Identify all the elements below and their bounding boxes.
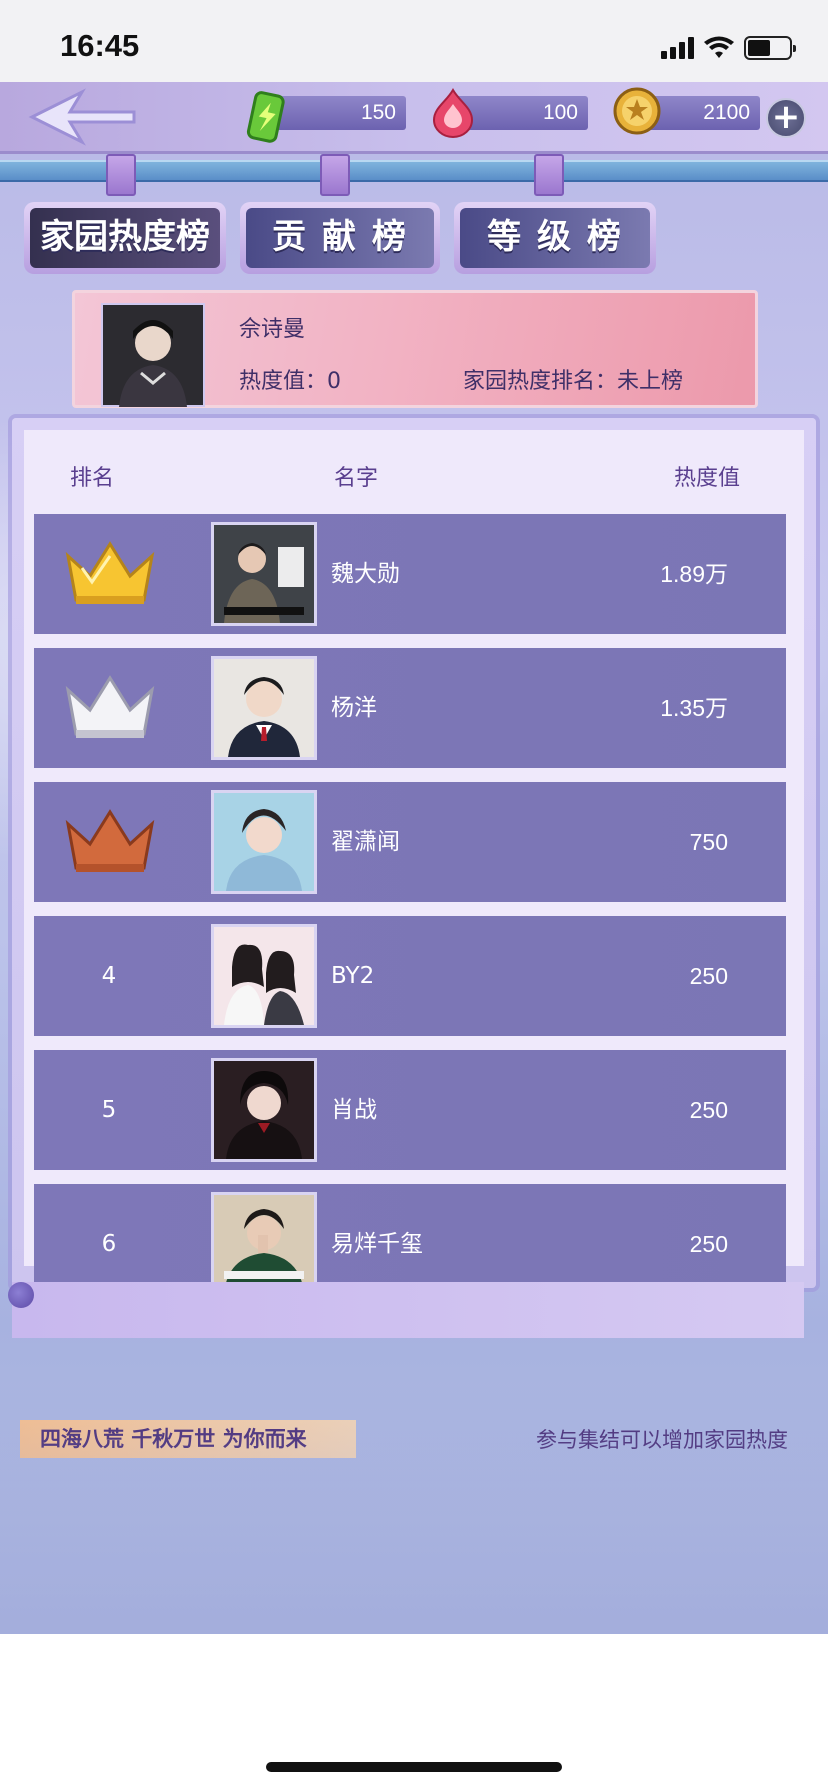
my-info-card: 佘诗曼 热度值：0 家园热度排名：未上榜: [72, 290, 758, 408]
player-name: 杨洋: [331, 695, 377, 721]
my-rank: 家园热度排名：未上榜: [463, 369, 684, 394]
ranking-row[interactable]: 翟潇闻 750: [34, 782, 786, 902]
tab-home-heat[interactable]: 家园热度榜: [24, 202, 226, 274]
my-avatar: [101, 303, 205, 407]
player-heat: 250: [689, 963, 728, 989]
slogan-banner: 四海八荒 千秋万世 为你而来: [20, 1420, 356, 1458]
rank-number: 5: [101, 1097, 117, 1123]
player-photo: [211, 1192, 317, 1296]
tab-label: 等 级 榜: [460, 208, 650, 268]
heat-hint-text: 参与集结可以增加家园热度: [536, 1428, 788, 1452]
game-screen: 150 100 2100 + 家园热度榜 贡 献 榜 等 级 榜 佘诗曼 热度值…: [0, 82, 828, 1634]
player-name: 魏大勋: [331, 561, 400, 587]
ranking-row[interactable]: 5 肖战 250: [34, 1050, 786, 1170]
flame-drop-icon: [432, 88, 474, 138]
bronze-crown-icon: [65, 809, 155, 872]
player-photo: [211, 924, 317, 1028]
ranking-row[interactable]: 杨洋 1.35万: [34, 648, 786, 768]
player-photo: [211, 656, 317, 760]
gold-crown-icon: [65, 541, 155, 604]
tab-label: 家园热度榜: [30, 208, 220, 268]
tab-level[interactable]: 等 级 榜: [454, 202, 656, 274]
silver-crown-icon: [65, 675, 155, 738]
energy-value: 150: [270, 96, 406, 130]
my-heat: 热度值：0: [239, 369, 341, 394]
status-time: 16:45: [60, 28, 140, 63]
resource-bar: 150 100 2100 +: [0, 82, 828, 154]
player-heat: 1.89万: [660, 561, 728, 587]
player-heat: 250: [689, 1097, 728, 1123]
battery-icon: [744, 36, 796, 60]
rail-peg: [320, 154, 350, 196]
gold-coin-icon: [613, 87, 661, 135]
column-name-header: 名字: [334, 466, 379, 491]
column-heat-header: 热度值: [674, 466, 741, 491]
player-name: 肖战: [331, 1097, 377, 1123]
rank-number: 4: [101, 963, 117, 989]
player-heat: 750: [689, 829, 728, 855]
rail-peg: [534, 154, 564, 196]
player-name: 翟潇闻: [331, 829, 400, 855]
status-bar: 16:45: [0, 0, 828, 82]
wifi-icon: [704, 36, 734, 58]
back-arrow-icon[interactable]: [26, 88, 136, 146]
ranking-panel: 排名 名字 热度值 魏大勋 1.89万 杨洋 1.35万 翟潇闻 750 4 B…: [12, 418, 816, 1360]
status-icons: [661, 34, 796, 62]
tab-contribution[interactable]: 贡 献 榜: [240, 202, 440, 274]
panel-bead-ornament: [8, 1282, 34, 1308]
panel-bottom-bar: [12, 1282, 804, 1338]
player-photo: [211, 1058, 317, 1162]
signal-icon: [661, 37, 694, 59]
player-photo: [211, 790, 317, 894]
home-indicator[interactable]: [266, 1762, 562, 1772]
battery-energy-icon: [246, 91, 285, 143]
ranking-row[interactable]: 魏大勋 1.89万: [34, 514, 786, 634]
add-coins-button[interactable]: +: [766, 98, 806, 138]
my-name: 佘诗曼: [239, 317, 306, 342]
player-photo: [211, 522, 317, 626]
ranking-row[interactable]: 4 BY2 250: [34, 916, 786, 1036]
rail-peg: [106, 154, 136, 196]
player-heat: 1.35万: [660, 695, 728, 721]
ranking-list[interactable]: 排名 名字 热度值 魏大勋 1.89万 杨洋 1.35万 翟潇闻 750 4 B…: [24, 430, 804, 1360]
player-name: BY2: [331, 963, 375, 989]
tab-label: 贡 献 榜: [246, 208, 434, 268]
column-rank-header: 排名: [70, 466, 115, 491]
